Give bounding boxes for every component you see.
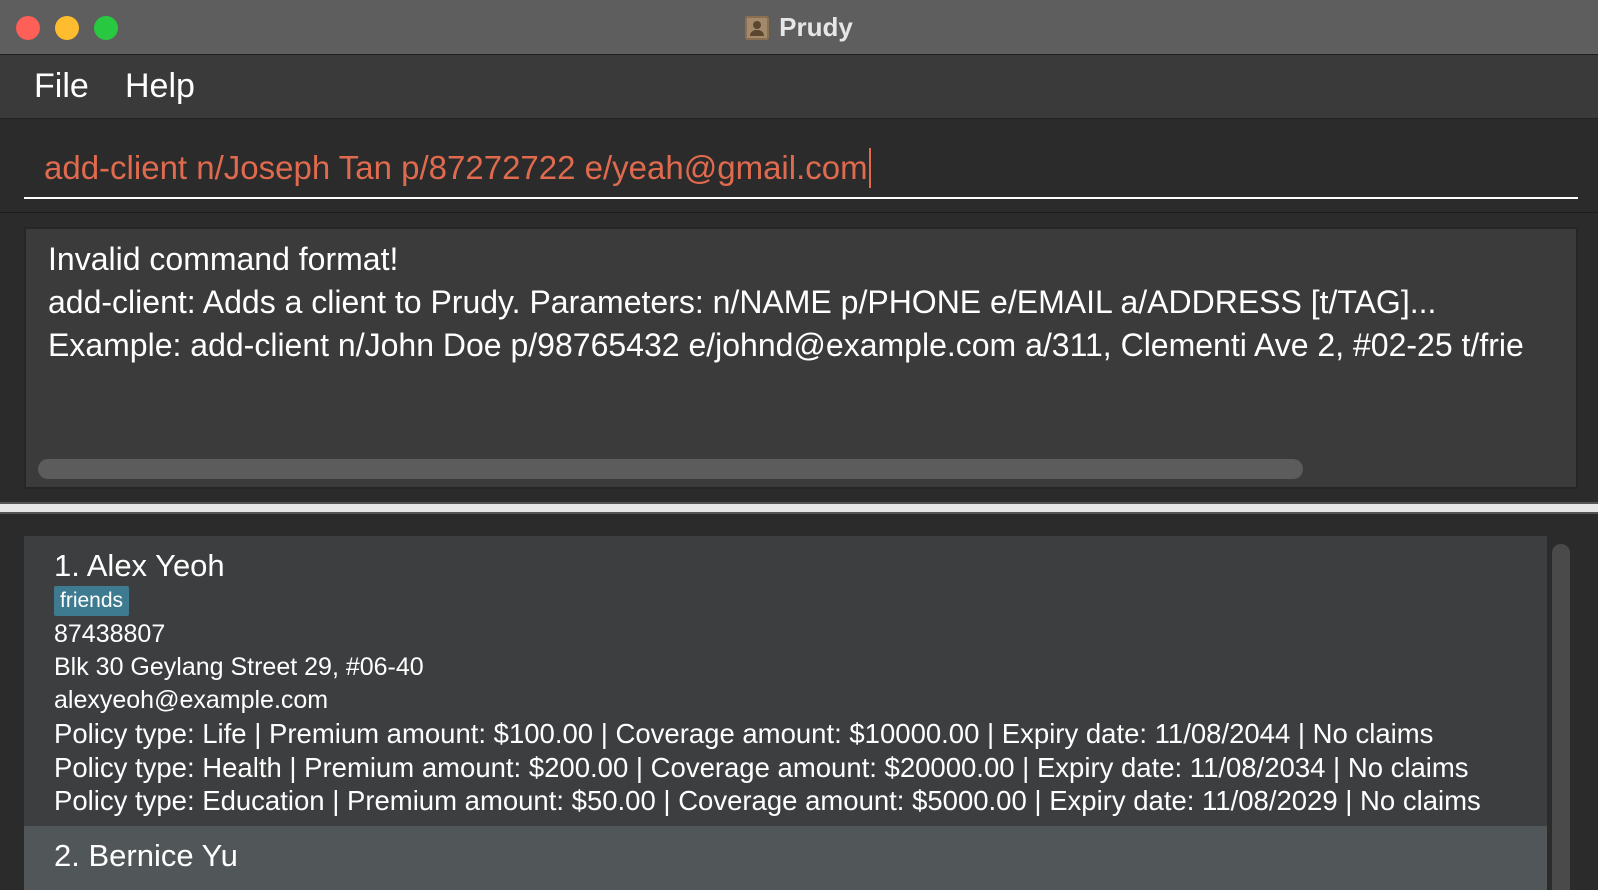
client-tag: friends (54, 586, 130, 616)
window-title: Prudy (779, 12, 853, 42)
result-message-line: Example: add-client n/John Doe p/9876543… (48, 327, 1524, 363)
command-area: add-client n/Joseph Tan p/87272722 e/yea… (0, 119, 1598, 212)
title-wrap: Prudy (0, 0, 1598, 55)
client-policy: Policy type: Health | Premium amount: $2… (54, 752, 1469, 783)
app-window: Prudy File Help add-client n/Joseph Tan … (0, 0, 1598, 890)
result-display-panel: Invalid command format! add-client: Adds… (0, 212, 1598, 502)
horizontal-scrollbar[interactable] (38, 459, 1303, 479)
client-card[interactable]: 1. Alex Yeoh friends 87438807 Blk 30 Gey… (24, 536, 1547, 826)
client-name: 1. Alex Yeoh (54, 548, 225, 583)
client-name: 2. Bernice Yu (54, 838, 238, 873)
client-list-panel: 1. Alex Yeoh friends 87438807 Blk 30 Gey… (0, 514, 1598, 890)
result-display[interactable]: Invalid command format! add-client: Adds… (24, 227, 1578, 489)
client-address: Blk 30 Geylang Street 29, #06-40 (54, 653, 424, 681)
contact-book-icon (745, 15, 770, 40)
client-policy: Policy type: Education | Premium amount:… (54, 785, 1481, 816)
menu-bar: File Help (0, 55, 1598, 119)
menu-help[interactable]: Help (125, 67, 195, 106)
result-message-line: Invalid command format! (48, 241, 399, 277)
command-text: add-client n/Joseph Tan p/87272722 e/yea… (44, 149, 868, 186)
vertical-scrollbar[interactable] (1552, 544, 1570, 890)
menu-file[interactable]: File (34, 67, 89, 106)
panel-splitter[interactable] (0, 502, 1598, 514)
client-phone: 87438807 (54, 620, 166, 648)
title-bar: Prudy (0, 0, 1598, 55)
text-caret (868, 148, 871, 188)
result-message-line: add-client: Adds a client to Prudy. Para… (48, 284, 1437, 320)
client-policy: Policy type: Life | Premium amount: $100… (54, 718, 1434, 749)
client-email: alexyeoh@example.com (54, 686, 329, 714)
client-card-selected[interactable]: 2. Bernice Yu (24, 826, 1547, 890)
command-input[interactable]: add-client n/Joseph Tan p/87272722 e/yea… (24, 139, 1578, 199)
